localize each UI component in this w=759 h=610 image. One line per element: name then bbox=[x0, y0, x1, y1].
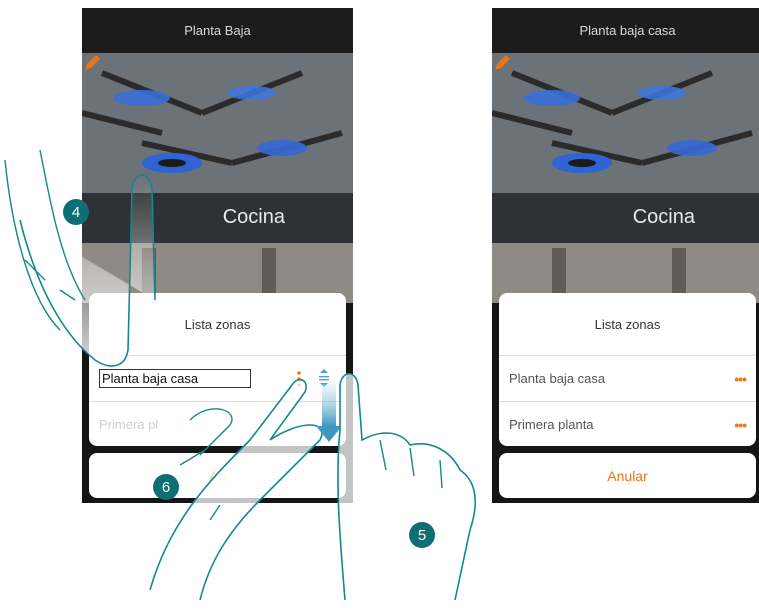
right-phone-screen: Planta baja casa Cocina Lista zonas Plan… bbox=[492, 8, 759, 503]
edit-pencil-icon[interactable] bbox=[82, 53, 102, 73]
step-badge-4: 4 bbox=[63, 199, 89, 225]
stove-burners-image bbox=[82, 53, 353, 303]
header-title: Planta Baja bbox=[82, 8, 353, 53]
reorder-icon[interactable] bbox=[317, 368, 331, 388]
list-item[interactable]: Primera planta ••• bbox=[499, 402, 756, 446]
hand-pointer-icon bbox=[337, 372, 476, 601]
edit-pencil-icon[interactable] bbox=[492, 53, 512, 73]
list-item[interactable]: Planta baja casa ••• bbox=[499, 356, 756, 402]
sheet-title: Lista zonas bbox=[499, 293, 756, 356]
more-dots-icon[interactable]: ••• bbox=[734, 371, 747, 387]
cancel-button-label: An bbox=[208, 467, 227, 484]
more-dots-icon[interactable]: ••• bbox=[734, 417, 747, 433]
cancel-button-label: Anular bbox=[607, 467, 648, 484]
header-title: Planta baja casa bbox=[492, 8, 759, 53]
zone-name-label: Cocina bbox=[632, 206, 695, 228]
stove-burners-image bbox=[492, 53, 759, 303]
vertical-dots-icon[interactable] bbox=[297, 370, 301, 388]
hand-pointer-icon bbox=[379, 439, 443, 489]
list-item[interactable]: Primera pl bbox=[89, 402, 346, 446]
list-item-label: Planta baja casa bbox=[509, 371, 606, 386]
list-item-label: Primera pl bbox=[99, 417, 159, 432]
cancel-button[interactable]: Anular bbox=[499, 453, 756, 498]
sheet-title: Lista zonas bbox=[89, 293, 346, 356]
cancel-button[interactable]: An bbox=[89, 453, 346, 498]
list-item-editing bbox=[89, 356, 346, 402]
zone-photo: Cocina bbox=[492, 53, 759, 303]
zone-list-sheet: Lista zonas Planta baja casa ••• Primera… bbox=[499, 293, 756, 446]
step-badge-6: 6 bbox=[153, 474, 179, 500]
step-badge-5: 5 bbox=[409, 522, 435, 548]
zone-photo: Cocina bbox=[82, 53, 353, 303]
zone-list-sheet: Lista zonas Primera pl bbox=[89, 293, 346, 446]
zone-name-label: Cocina bbox=[222, 206, 285, 228]
hand-pointer-icon bbox=[4, 149, 86, 331]
left-phone-screen: Planta Baja Cocina Lista zonas Planta ba… bbox=[82, 8, 353, 503]
zone-name-input[interactable] bbox=[99, 369, 251, 388]
list-item-label: Primera planta bbox=[509, 417, 594, 432]
